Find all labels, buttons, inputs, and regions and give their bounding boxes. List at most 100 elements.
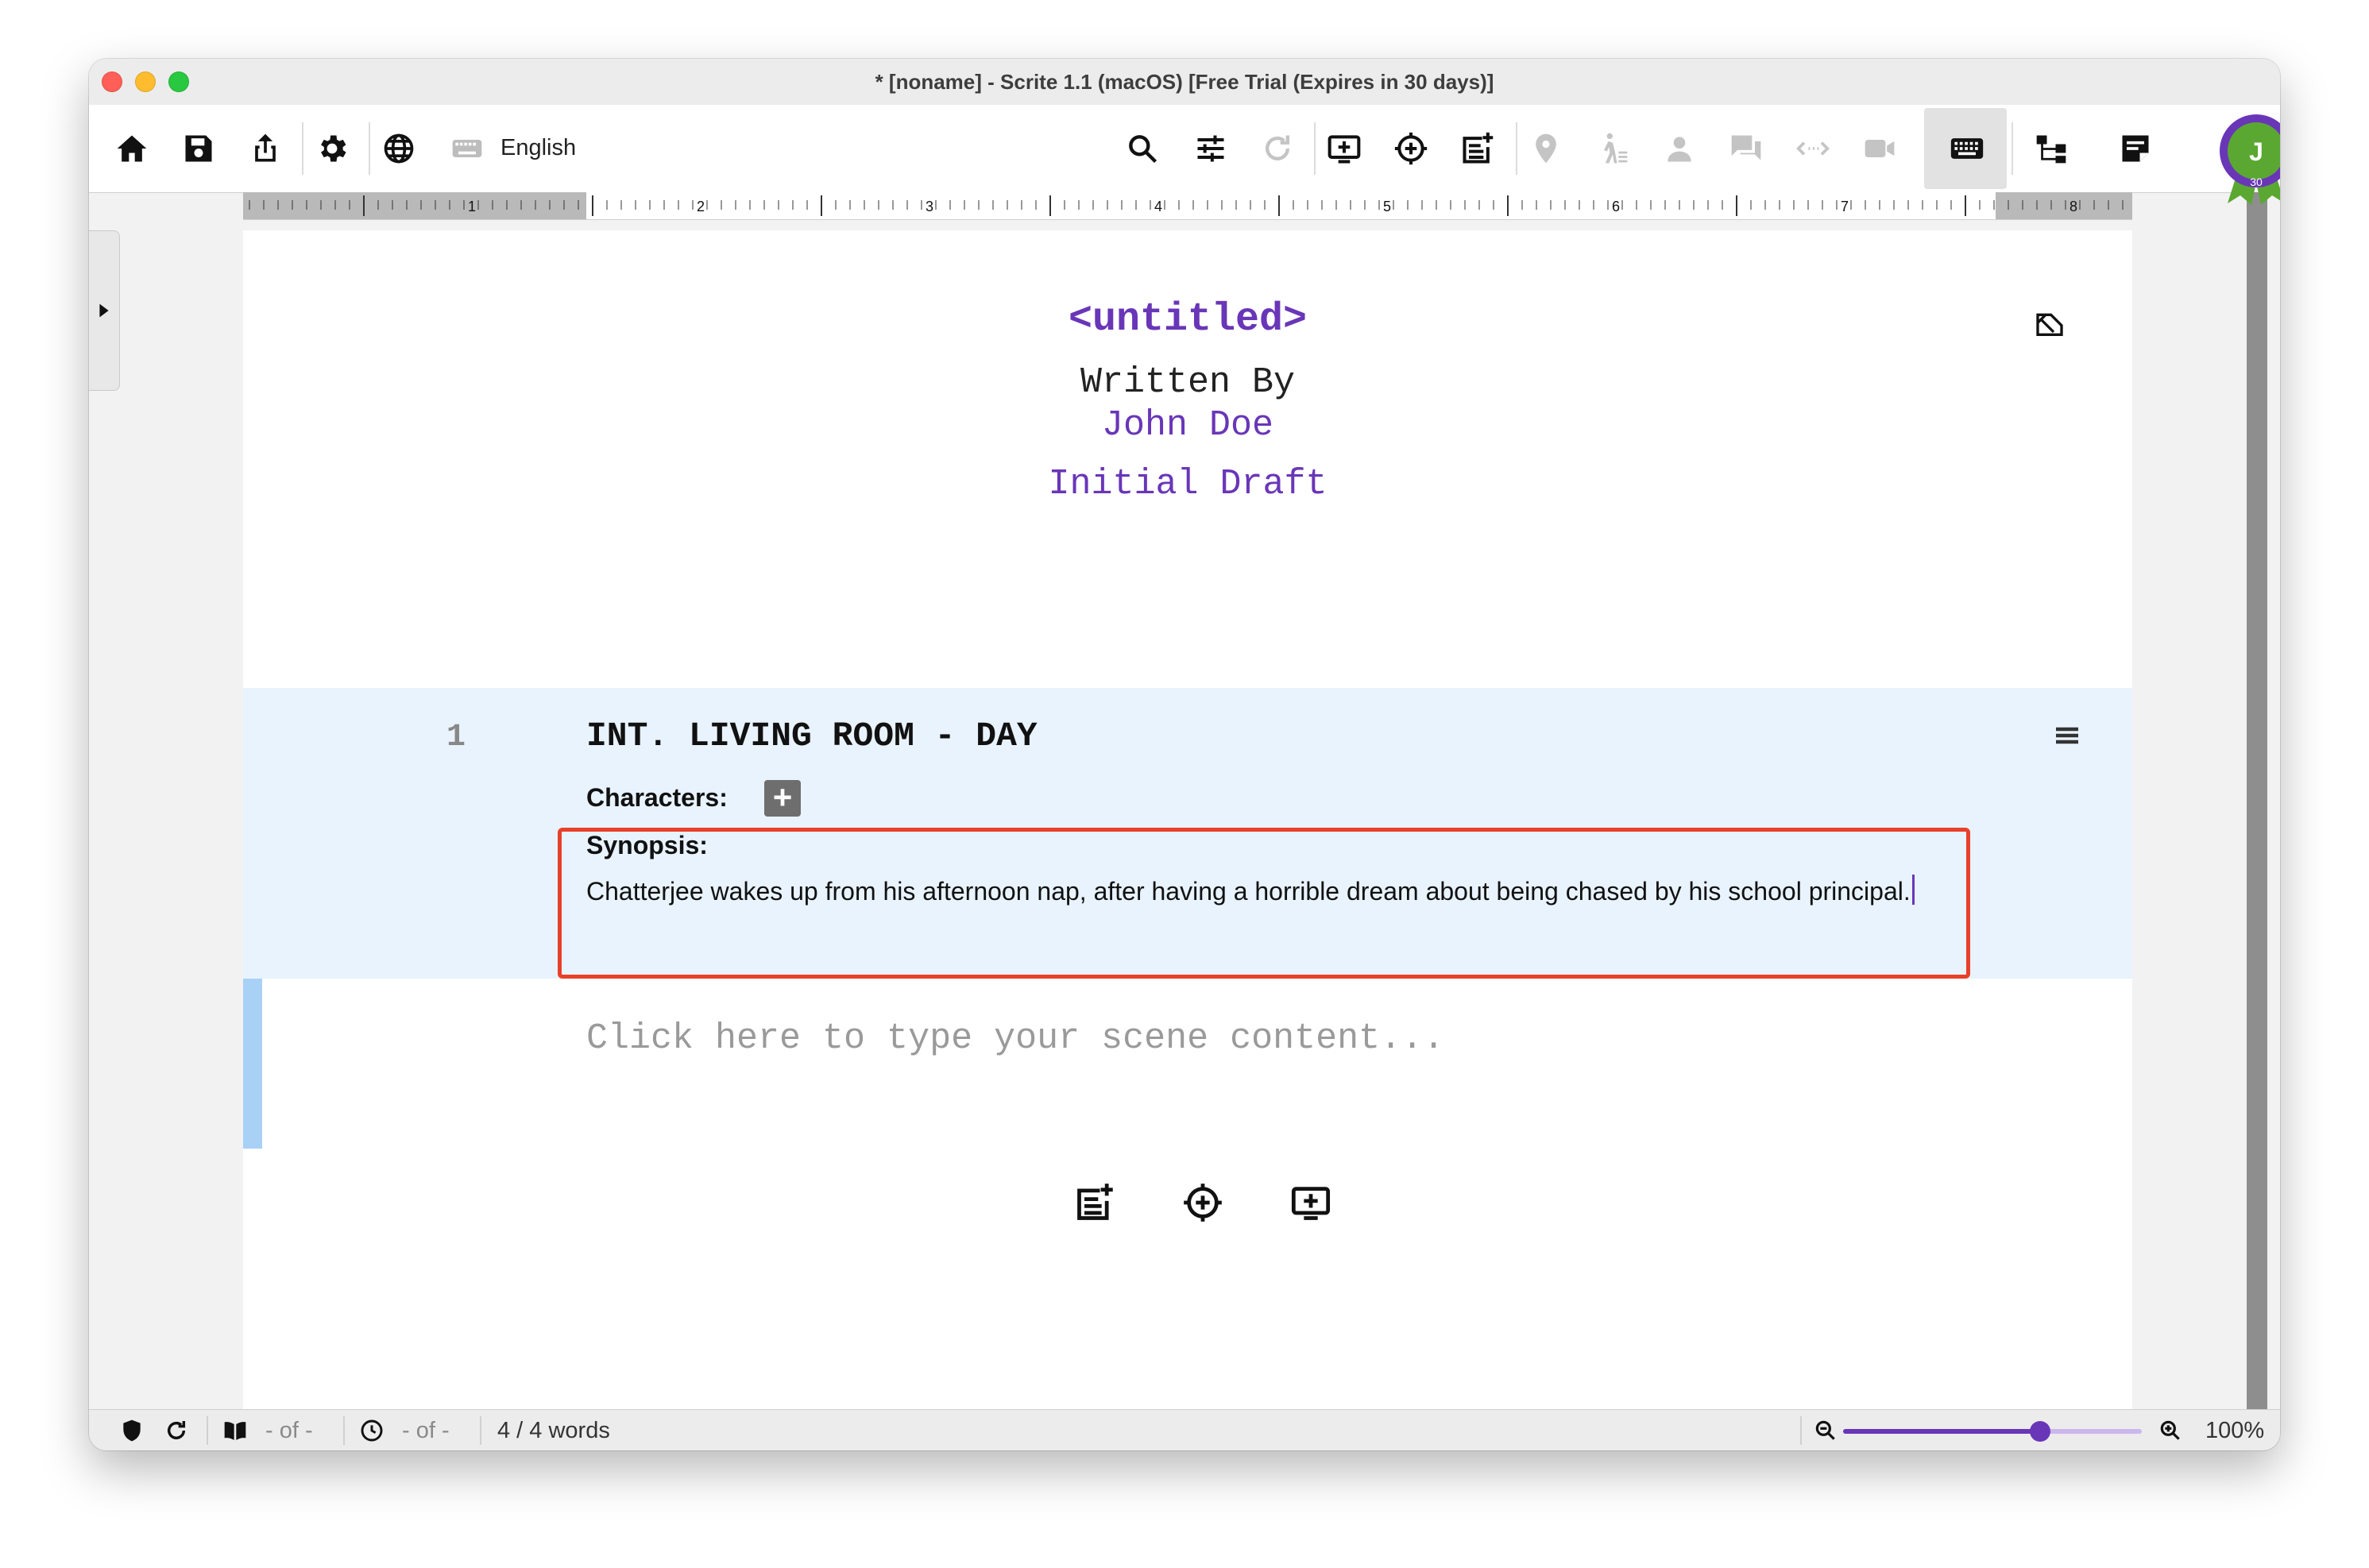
dialogue-icon [1731,135,1761,160]
minimize-window-button[interactable] [135,71,156,92]
author-name[interactable]: John Doe [243,405,2132,446]
page-count: - of - [222,1410,313,1450]
screenplay-page: <untitled> Written By John Doe Initial D… [243,230,2132,1409]
tab-notebook[interactable] [2112,105,2159,192]
scene-menu-button[interactable] [2048,720,2086,751]
add-scene-icon [1291,1187,1331,1220]
status-separator [480,1416,481,1445]
ruler-left-margin [243,192,586,219]
scene-heading[interactable]: INT. LIVING ROOM - DAY [586,716,1038,755]
zoom-in-icon [2160,1420,2180,1440]
user-avatar[interactable]: J 30 [2216,111,2280,207]
status-separator [1800,1416,1802,1445]
format-settings-button[interactable] [1187,105,1235,192]
zoom-slider-handle[interactable] [2030,1421,2051,1442]
add-scene-bottom-button[interactable] [1287,1179,1335,1226]
redo-icon [1265,135,1290,160]
sidebar-toggle[interactable] [89,230,120,391]
save-button[interactable] [175,105,222,192]
add-scene-icon [1327,135,1361,164]
avatar-initial: J [2249,137,2263,166]
share-icon [255,133,276,162]
synopsis-editor[interactable]: Chatterjee wakes up from his afternoon n… [586,874,1953,909]
ruler-label: 7 [1841,199,1849,214]
scene-number[interactable]: 1 [446,720,466,755]
share-button[interactable] [242,105,289,192]
globe-icon [384,133,414,164]
zoom-level[interactable]: 100% [2205,1410,2264,1450]
zoom-out-button[interactable] [1813,1410,1838,1450]
zoom-in-button[interactable] [2158,1410,2183,1450]
add-mark-button[interactable] [1387,105,1435,192]
add-note-icon [1463,132,1494,164]
ruler-label: 5 [1383,199,1391,214]
close-window-button[interactable] [102,71,122,92]
redo-button[interactable] [1254,105,1301,192]
settings-button[interactable] [308,105,356,192]
add-scene-button[interactable] [1320,105,1368,192]
page-count-text: - of - [265,1417,313,1443]
shot-button[interactable] [1856,105,1903,192]
toolbar-separator [1516,122,1517,175]
document-title[interactable]: <untitled> [243,297,2132,342]
settings-icon [321,135,346,162]
ruler-scale: 1 2 3 4 5 6 7 8 [243,192,2132,219]
action-button[interactable] [1589,105,1637,192]
transition-icon [1796,141,1830,156]
ruler-label: 3 [926,199,933,214]
ruler-label: 2 [697,199,705,214]
toolbar-separator [1314,122,1316,175]
shield-icon [123,1419,141,1442]
app-window: * [noname] - Scrite 1.1 (macOS) [Free Tr… [89,59,2280,1450]
scene-content-placeholder[interactable]: Click here to type your scene content... [586,1018,1444,1059]
hamburger-menu-icon [2056,727,2078,744]
language-button[interactable] [375,105,423,192]
character-button[interactable] [1656,105,1703,192]
zoom-slider-fill [1843,1429,2041,1434]
window-title: * [noname] - Scrite 1.1 (macOS) [Free Tr… [875,69,1494,94]
refresh-button[interactable] [164,1410,189,1450]
ruler-label: 1 [468,199,476,214]
dialogue-button[interactable] [1722,105,1770,192]
zoom-window-button[interactable] [168,71,189,92]
status-separator [343,1416,345,1445]
search-button[interactable] [1119,105,1166,192]
keyboard-layout-button[interactable] [443,105,491,192]
ruler-right-margin [1996,192,2132,219]
scene-header-block: 1 INT. LIVING ROOM - DAY Characters: + S… [243,688,2132,979]
title-bar: * [noname] - Scrite 1.1 (macOS) [Free Tr… [89,59,2280,106]
structure-tab-icon [2036,135,2066,164]
draft-version[interactable]: Initial Draft [243,464,2132,504]
time-estimate: - of - [359,1410,450,1450]
add-mark-bottom-button[interactable] [1179,1179,1227,1226]
sliders-icon [1197,135,1224,162]
tab-structure[interactable] [2027,105,2075,192]
status-separator [207,1416,208,1445]
tab-screenplay[interactable] [1943,105,1991,192]
ruler-label: 8 [2069,199,2077,214]
trial-days-badge: 30 [2250,176,2263,188]
written-by-label: Written By [1080,362,1296,403]
notebook-tab-icon [2122,135,2149,162]
keyboard-tab-icon [1950,138,1984,159]
add-note-bottom-button[interactable] [1071,1179,1119,1226]
ruler[interactable]: 1 2 3 4 5 6 7 8 [243,192,2132,220]
transition-button[interactable] [1789,105,1837,192]
scene-heading-button[interactable] [1522,105,1570,192]
zoom-slider[interactable] [1843,1421,2142,1442]
home-button[interactable] [108,105,156,192]
main-toolbar: English [89,105,2280,193]
book-icon [224,1422,246,1440]
add-character-button[interactable]: + [764,780,801,817]
vertical-scrollbar[interactable] [2247,192,2267,1450]
chevron-right-icon [99,303,109,318]
language-label[interactable]: English [500,135,576,161]
clock-icon [361,1419,383,1442]
word-count: 4 / 4 words [497,1417,610,1443]
add-mark-icon [1394,132,1428,165]
add-mark-icon [1184,1184,1222,1222]
add-note-button[interactable] [1454,105,1501,192]
toolbar-separator [2012,122,2013,175]
keyboard-icon [452,140,482,157]
protect-button[interactable] [119,1410,145,1450]
